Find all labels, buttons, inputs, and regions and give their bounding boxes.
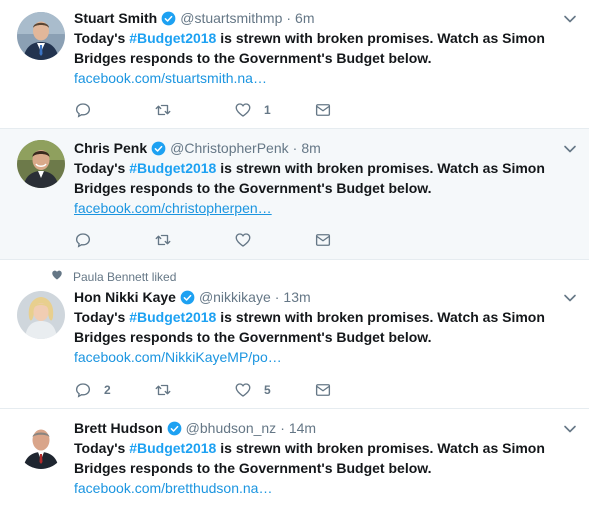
retweet-button[interactable] xyxy=(154,380,184,400)
chevron-down-icon[interactable] xyxy=(563,291,577,305)
tweet-text-start: Today's xyxy=(74,440,130,456)
tweet-timestamp[interactable]: 14m xyxy=(289,418,316,438)
tweet-item[interactable]: Stuart Smith @stuartsmithmp · 6m Today's… xyxy=(0,0,589,129)
hashtag-link[interactable]: #Budget2018 xyxy=(129,160,216,176)
tweet-content: Hon Nikki Kaye @nikkikaye · 13m Today's … xyxy=(74,287,589,367)
tweet-header: Brett Hudson @bhudson_nz · 14m xyxy=(74,418,589,438)
author-handle[interactable]: @nikkikaye xyxy=(199,287,271,307)
direct-message-button[interactable] xyxy=(314,230,332,250)
social-context-text[interactable]: Paula Bennett liked xyxy=(73,270,176,284)
tweet-link[interactable]: facebook.com/christopherpen… xyxy=(74,198,589,218)
direct-message-icon xyxy=(314,231,332,249)
avatar[interactable] xyxy=(17,12,65,60)
separator-dot: · xyxy=(280,420,285,436)
heart-icon xyxy=(51,269,73,284)
verified-badge-icon xyxy=(151,141,166,156)
reply-button[interactable] xyxy=(74,100,104,120)
author-name[interactable]: Stuart Smith xyxy=(74,8,157,28)
reply-count: 2 xyxy=(104,383,111,397)
reply-icon xyxy=(74,231,92,249)
author-name[interactable]: Brett Hudson xyxy=(74,418,163,438)
tweet-text-start: Today's xyxy=(74,30,130,46)
hashtag-link[interactable]: #Budget2018 xyxy=(129,30,216,46)
like-count: 1 xyxy=(264,103,271,117)
tweet-text: Today's #Budget2018 is strewn with broke… xyxy=(74,307,554,347)
tweet-header: Stuart Smith @stuartsmithmp · 6m xyxy=(74,8,589,28)
tweet-link[interactable]: facebook.com/bretthudson.na… xyxy=(74,478,589,498)
tweet-link[interactable]: facebook.com/stuartsmith.na… xyxy=(74,68,589,88)
tweet-header: Hon Nikki Kaye @nikkikaye · 13m xyxy=(74,287,589,307)
tweet-content: Brett Hudson @bhudson_nz · 14m Today's #… xyxy=(74,418,589,498)
retweet-button[interactable] xyxy=(154,100,184,120)
reply-button[interactable] xyxy=(74,230,104,250)
heart-icon xyxy=(234,381,252,399)
retweet-icon xyxy=(154,101,172,119)
reply-icon xyxy=(74,381,92,399)
like-button[interactable]: 1 xyxy=(234,100,271,120)
reply-button[interactable]: 2 xyxy=(74,380,111,400)
separator-dot: · xyxy=(274,289,280,305)
direct-message-icon xyxy=(314,101,332,119)
chevron-down-icon[interactable] xyxy=(563,12,577,26)
tweet-text: Today's #Budget2018 is strewn with broke… xyxy=(74,438,554,478)
tweet-item[interactable]: Brett Hudson @bhudson_nz · 14m Today's #… xyxy=(0,409,589,510)
heart-icon xyxy=(234,231,252,249)
tweet-content: Chris Penk @ChristopherPenk · 8m Today's… xyxy=(74,138,589,218)
direct-message-button[interactable] xyxy=(314,100,332,120)
tweet-timestamp[interactable]: 13m xyxy=(283,287,310,307)
hashtag-link[interactable]: #Budget2018 xyxy=(129,309,216,325)
like-button[interactable] xyxy=(234,230,264,250)
tweet-header: Chris Penk @ChristopherPenk · 8m xyxy=(74,138,589,158)
chevron-down-icon[interactable] xyxy=(563,142,577,156)
heart-icon xyxy=(234,101,252,119)
retweet-button[interactable] xyxy=(154,230,184,250)
verified-badge-icon xyxy=(180,290,195,305)
direct-message-button[interactable] xyxy=(314,380,332,400)
tweet-item[interactable]: Chris Penk @ChristopherPenk · 8m Today's… xyxy=(0,129,589,260)
tweet-timestamp[interactable]: 6m xyxy=(295,8,314,28)
reply-icon xyxy=(74,101,92,119)
avatar[interactable] xyxy=(17,421,65,469)
author-handle[interactable]: @bhudson_nz xyxy=(186,418,277,438)
avatar[interactable] xyxy=(17,291,65,339)
author-handle[interactable]: @ChristopherPenk xyxy=(170,138,289,158)
like-button[interactable]: 5 xyxy=(234,380,271,400)
direct-message-icon xyxy=(314,381,332,399)
tweet-timeline: Stuart Smith @stuartsmithmp · 6m Today's… xyxy=(0,0,589,510)
author-handle[interactable]: @stuartsmithmp xyxy=(180,8,282,28)
avatar[interactable] xyxy=(17,140,65,188)
tweet-item[interactable]: Paula Bennett liked Hon Nikki Kaye @nikk… xyxy=(0,260,589,409)
like-count: 5 xyxy=(264,383,271,397)
tweet-text-start: Today's xyxy=(74,160,130,176)
tweet-timestamp[interactable]: 8m xyxy=(301,138,320,158)
tweet-text: Today's #Budget2018 is strewn with broke… xyxy=(74,158,554,198)
tweet-content: Stuart Smith @stuartsmithmp · 6m Today's… xyxy=(74,8,589,88)
separator-dot: · xyxy=(286,10,292,26)
tweet-link[interactable]: facebook.com/NikkiKayeMP/po… xyxy=(74,347,589,367)
verified-badge-icon xyxy=(161,11,176,26)
hashtag-link[interactable]: #Budget2018 xyxy=(129,440,216,456)
tweet-text-start: Today's xyxy=(74,309,130,325)
chevron-down-icon[interactable] xyxy=(563,422,577,436)
verified-badge-icon xyxy=(167,421,182,436)
social-context: Paula Bennett liked xyxy=(51,269,176,284)
separator-dot: · xyxy=(292,140,298,156)
retweet-icon xyxy=(154,231,172,249)
author-name[interactable]: Chris Penk xyxy=(74,138,147,158)
tweet-text: Today's #Budget2018 is strewn with broke… xyxy=(74,28,554,68)
author-name[interactable]: Hon Nikki Kaye xyxy=(74,287,176,307)
retweet-icon xyxy=(154,381,172,399)
